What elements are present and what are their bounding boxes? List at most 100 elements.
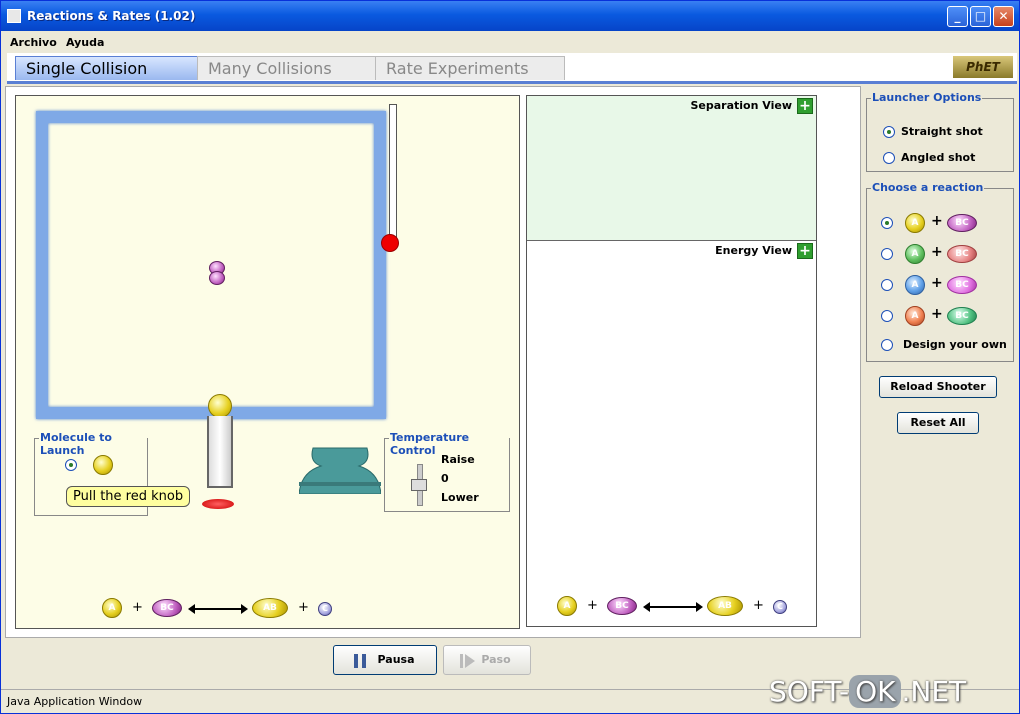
watermark-ok: OK <box>849 675 902 708</box>
control-sidebar: Launcher Options Straight shot Angled sh… <box>863 86 1017 686</box>
reaction-2-radio[interactable] <box>881 248 893 260</box>
temperature-value: 0 <box>441 472 449 485</box>
eq2-plus-2: + <box>753 598 764 613</box>
red-knob[interactable] <box>202 499 234 509</box>
maximize-button[interactable]: □ <box>970 6 991 27</box>
step-icon-bar <box>460 654 463 668</box>
choose-reaction-box: Choose a reaction A + BC A + BC A + BC A… <box>866 181 1014 362</box>
eq-c: C <box>318 602 332 616</box>
minimize-button[interactable]: _ <box>947 6 968 27</box>
thermometer-bulb <box>381 234 399 252</box>
straight-shot-label[interactable]: Straight shot <box>901 125 983 138</box>
thermometer <box>389 104 397 246</box>
raise-label: Raise <box>441 453 475 466</box>
eq2-c: C <box>773 600 787 614</box>
energy-equation: A + BC AB + C <box>557 596 797 618</box>
pause-button[interactable]: Pausa <box>333 645 437 675</box>
reaction-3-plus: + <box>931 275 943 291</box>
tab-many-collisions[interactable]: Many Collisions <box>197 56 377 80</box>
reaction-4-plus: + <box>931 306 943 322</box>
step-icon <box>465 654 475 668</box>
reaction-3-radio[interactable] <box>881 279 893 291</box>
status-text: Java Application Window <box>7 695 143 708</box>
step-button[interactable]: Paso <box>443 645 531 675</box>
watermark: SOFT- OK .NET <box>769 675 966 708</box>
eq-bc: BC <box>152 599 182 617</box>
eq2-bc: BC <box>607 597 637 615</box>
app-window: Reactions & Rates (1.02) _ □ ✕ Archivo A… <box>0 0 1020 714</box>
launcher-tube <box>207 416 233 488</box>
java-app-icon <box>7 9 21 23</box>
c-atom <box>209 271 225 285</box>
reload-shooter-button[interactable]: Reload Shooter <box>879 376 997 398</box>
straight-shot-radio[interactable] <box>883 126 895 138</box>
menu-bar: Archivo Ayuda <box>1 31 1019 53</box>
tooltip: Pull the red knob <box>66 486 191 507</box>
energy-view-header: Energy View + <box>527 241 816 261</box>
close-button[interactable]: ✕ <box>993 6 1014 27</box>
playback-bar: Pausa Paso <box>5 639 861 685</box>
pause-label: Pausa <box>377 653 415 666</box>
reaction-4-a: A <box>905 306 925 326</box>
reaction-2-bc: BC <box>947 245 977 263</box>
views-panel: Separation View + Energy View + A + BC A… <box>526 95 817 627</box>
tab-rate-experiments[interactable]: Rate Experiments <box>375 56 565 80</box>
reset-all-button[interactable]: Reset All <box>897 412 979 434</box>
lower-label: Lower <box>441 491 479 504</box>
eq2-ab: AB <box>707 596 743 616</box>
reaction-4-bc: BC <box>947 307 977 325</box>
reaction-1-radio[interactable] <box>881 217 893 229</box>
design-own-radio[interactable] <box>881 339 893 351</box>
launcher-molecule-a <box>208 394 232 418</box>
reaction-3-bc: BC <box>947 276 977 294</box>
energy-view-expand-button[interactable]: + <box>797 243 813 259</box>
bc-molecule <box>209 261 227 287</box>
menu-help[interactable]: Ayuda <box>66 36 104 49</box>
launcher-options-box: Launcher Options Straight shot Angled sh… <box>866 91 1014 172</box>
eq-arrow <box>188 604 248 614</box>
reaction-3-a: A <box>905 275 925 295</box>
tab-single-collision[interactable]: Single Collision <box>15 56 199 80</box>
energy-view-label: Energy View <box>715 244 792 257</box>
angled-shot-label[interactable]: Angled shot <box>901 151 975 164</box>
window-title: Reactions & Rates (1.02) <box>27 9 196 23</box>
heater-bell <box>299 447 381 494</box>
reaction-1-plus: + <box>931 213 943 229</box>
angled-shot-radio[interactable] <box>883 152 895 164</box>
separation-view: Separation View + <box>527 96 816 241</box>
watermark-right: .NET <box>901 675 967 708</box>
temperature-control-box: Temperature Control Raise 0 Lower <box>384 431 510 512</box>
step-label: Paso <box>481 653 511 666</box>
eq-ab: AB <box>252 598 288 618</box>
pause-icon-bar-2 <box>362 654 366 668</box>
reaction-2-plus: + <box>931 244 943 260</box>
molecule-a-icon <box>93 455 113 475</box>
temperature-slider-thumb[interactable] <box>411 479 427 491</box>
eq2-arrow <box>643 602 703 612</box>
reaction-1-a: A <box>905 213 925 233</box>
design-own-label[interactable]: Design your own <box>903 338 1007 351</box>
pause-icon-bar-1 <box>354 654 358 668</box>
eq2-plus-1: + <box>587 598 598 613</box>
reaction-1-bc: BC <box>947 214 977 232</box>
eq2-a: A <box>557 596 577 616</box>
eq-plus-2: + <box>298 600 309 615</box>
molecule-to-launch-legend: Molecule to Launch <box>39 431 147 457</box>
reaction-2-a: A <box>905 244 925 264</box>
separation-view-label: Separation View <box>690 99 793 112</box>
choose-reaction-legend: Choose a reaction <box>871 181 985 194</box>
launcher-options-legend: Launcher Options <box>871 91 983 104</box>
title-bar: Reactions & Rates (1.02) _ □ ✕ <box>1 1 1019 31</box>
menu-file[interactable]: Archivo <box>10 36 57 49</box>
launch-a-radio[interactable] <box>65 459 77 471</box>
eq-a: A <box>102 598 122 618</box>
watermark-left: SOFT- <box>769 675 850 708</box>
main-area: Molecule to Launch Pull the red knob Tem… <box>5 86 861 638</box>
reaction-4-radio[interactable] <box>881 310 893 322</box>
tab-strip: Single Collision Many Collisions Rate Ex… <box>7 53 1017 84</box>
sim-equation: A + BC AB + C <box>102 598 362 620</box>
separation-view-expand-button[interactable]: + <box>797 98 813 114</box>
eq-plus-1: + <box>132 600 143 615</box>
phet-logo: PhET <box>953 56 1013 78</box>
simulation-panel: Molecule to Launch Pull the red knob Tem… <box>15 95 520 629</box>
